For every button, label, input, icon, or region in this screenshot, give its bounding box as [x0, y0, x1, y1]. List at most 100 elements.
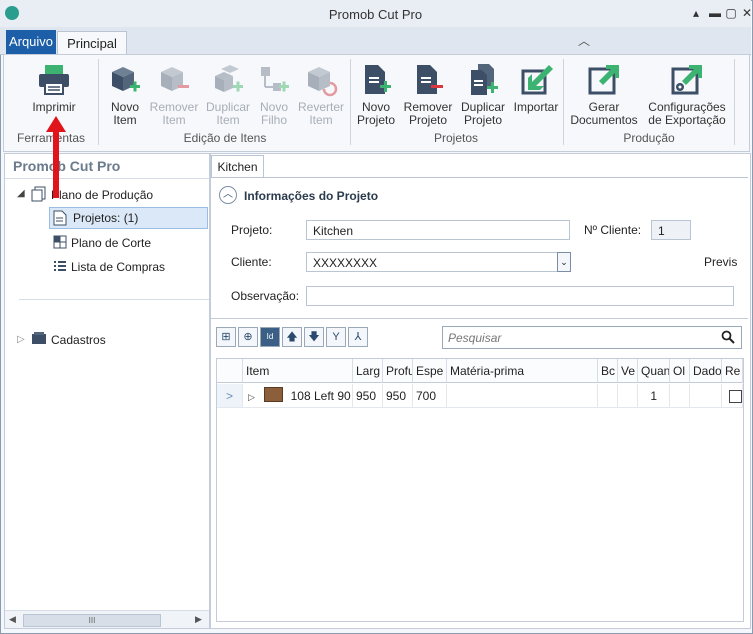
imprimir-button[interactable]: Imprimir [24, 57, 84, 114]
expand-arrow-icon[interactable]: ◢ [17, 188, 25, 199]
n-cliente-field[interactable]: 1 [651, 220, 691, 240]
tab-arquivo[interactable]: Arquivo [6, 30, 56, 54]
cell-dado[interactable] [690, 384, 722, 408]
novo-item-button[interactable]: Novo Item [104, 57, 146, 127]
cell-esp[interactable]: 700 [413, 384, 447, 408]
novo-filho-button[interactable]: Novo Filho [256, 57, 292, 127]
move-down-icon[interactable]: 🡇 [304, 327, 324, 347]
configuracoes-exportacao-button[interactable]: Configurações de Exportação [644, 57, 730, 127]
search-box[interactable]: Pesquisar [442, 326, 742, 349]
column-header-ol[interactable]: Ol [670, 359, 690, 383]
column-header-item[interactable]: Item [243, 359, 353, 383]
importar-button[interactable]: Importar [511, 57, 561, 114]
column-header-dado[interactable]: Dado [690, 359, 722, 383]
add-row-icon[interactable]: ⊕ [238, 327, 258, 347]
gerar-documentos-button[interactable]: Gerar Documentos [567, 57, 641, 127]
group-edicao-label: Edição de Itens [183, 131, 267, 145]
previsao-label: Previs [704, 255, 738, 269]
column-header-prof[interactable]: Profu [383, 359, 413, 383]
observacao-field[interactable] [306, 286, 734, 306]
tree-item-lista-compras[interactable]: Lista de Compras [71, 260, 165, 274]
close-button[interactable]: ✕ [739, 5, 753, 21]
tree-item-plano-producao[interactable]: Plano de Produção [51, 188, 153, 202]
new-item-cube-icon [108, 63, 142, 97]
tree-item-plano-corte[interactable]: Plano de Corte [71, 236, 151, 250]
scroll-right-icon[interactable]: ▶ [195, 614, 202, 625]
collapse-section-icon[interactable]: ︿ [219, 186, 237, 204]
duplicar-projeto-button[interactable]: Duplicar Projeto [458, 57, 508, 127]
cell-larg[interactable]: 950 [353, 384, 383, 408]
maximize-button[interactable]: ▢ [723, 5, 739, 21]
split-icon[interactable]: ⅄ [348, 327, 368, 347]
section-title: Informações do Projeto [244, 189, 379, 203]
collapse-ribbon-icon[interactable]: ︿ [578, 32, 590, 49]
scrollbar-thumb[interactable]: III [23, 614, 161, 627]
cliente-label: Cliente: [231, 255, 272, 269]
red-annotation-arrow-icon [46, 116, 66, 198]
re-checkbox[interactable] [729, 390, 742, 403]
cell-bc[interactable] [598, 384, 618, 408]
title-bar: Promob Cut Pro ▴ ▬ ▢ ✕ [0, 0, 753, 27]
duplicar-item-label-2: Item [216, 113, 240, 127]
cliente-dropdown-icon[interactable]: ⌄ [557, 252, 571, 272]
export-documents-icon [587, 63, 621, 97]
reverter-item-button[interactable]: Reverter Item [296, 57, 346, 127]
column-header-materia-prima[interactable]: Matéria-prima [447, 359, 598, 383]
cliente-field[interactable]: XXXXXXXX [306, 252, 558, 272]
search-input[interactable]: Pesquisar [448, 331, 501, 345]
group-producao-label: Produção [623, 131, 675, 145]
column-header-ve[interactable]: Ve [618, 359, 638, 383]
items-grid: Item Larg Profu Espe Matéria-prima Bc Ve… [216, 358, 744, 622]
cell-re[interactable] [722, 384, 743, 408]
novo-item-label-2: Item [113, 113, 137, 127]
move-up-icon[interactable]: 🡅 [282, 327, 302, 347]
row-expand-icon[interactable]: ▷ [248, 392, 255, 402]
expand-all-icon[interactable]: ⊞ [216, 327, 236, 347]
merge-icon[interactable]: Y [326, 327, 346, 347]
minimize-button[interactable]: ▬ [707, 5, 723, 21]
remover-item-button[interactable]: Remover Item [148, 57, 200, 127]
novo-projeto-button[interactable]: Novo Projeto [354, 57, 398, 127]
import-icon [519, 63, 553, 97]
imprimir-label: Imprimir [32, 100, 76, 114]
help-icon[interactable]: ▴ [688, 5, 704, 21]
production-plan-icon [31, 186, 47, 205]
cell-prof[interactable]: 950 [383, 384, 413, 408]
duplicar-projeto-label-2: Projeto [463, 113, 503, 127]
reverter-item-label-2: Item [309, 113, 333, 127]
cell-ol[interactable] [670, 384, 690, 408]
ribbon-separator [734, 59, 735, 145]
search-icon[interactable] [721, 330, 735, 347]
config-export-label-2: de Exportação [648, 113, 726, 127]
duplicar-item-button[interactable]: Duplicar Item [203, 57, 253, 127]
scroll-left-icon[interactable]: ◀ [9, 614, 16, 625]
column-header-re[interactable]: Re [722, 359, 743, 383]
navigation-title: Promob Cut Pro [13, 158, 121, 174]
new-child-icon [257, 63, 291, 97]
importar-label: Importar [513, 100, 559, 114]
divider [19, 299, 209, 300]
column-header-bc[interactable]: Bc [598, 359, 618, 383]
column-header-esp[interactable]: Espe [413, 359, 447, 383]
projeto-field[interactable]: Kitchen [306, 220, 570, 240]
remover-projeto-button[interactable]: Remover Projeto [402, 57, 454, 127]
horizontal-scrollbar[interactable]: ◀ III ▶ [5, 610, 209, 628]
n-cliente-label: Nº Cliente: [584, 223, 642, 237]
divider [211, 177, 748, 178]
row-selector-icon[interactable]: > [217, 384, 243, 408]
tree-item-cadastros[interactable]: Cadastros [51, 333, 106, 347]
remove-item-cube-icon [157, 63, 191, 97]
id-toggle-icon[interactable]: Id [260, 327, 280, 347]
column-header-quant[interactable]: Quan [638, 359, 670, 383]
tab-principal[interactable]: Principal [57, 31, 127, 55]
novo-projeto-label-2: Projeto [356, 113, 396, 127]
cell-ve[interactable] [618, 384, 638, 408]
cell-quant[interactable]: 1 [638, 384, 670, 408]
tree-item-projetos-label: Projetos: (1) [73, 211, 139, 225]
collapse-arrow-icon[interactable]: ▷ [17, 334, 25, 345]
export-settings-icon [670, 63, 704, 97]
cell-materia-prima[interactable] [447, 384, 598, 408]
column-header-larg[interactable]: Larg [353, 359, 383, 383]
tab-kitchen[interactable]: Kitchen [211, 155, 264, 178]
table-row[interactable]: ▷ 108 Left 90 [243, 384, 353, 408]
